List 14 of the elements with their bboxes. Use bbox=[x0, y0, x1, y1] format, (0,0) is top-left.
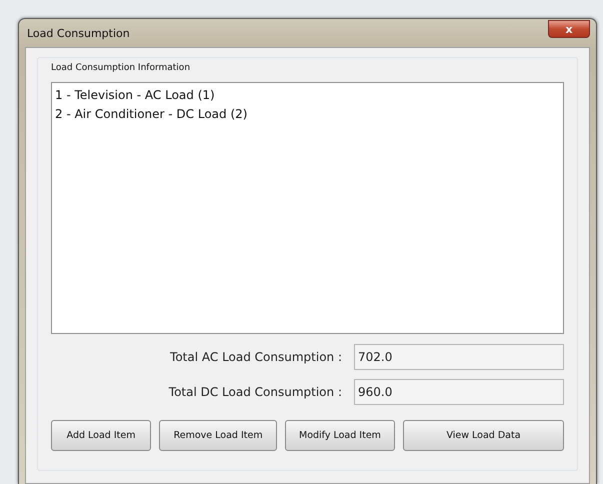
action-button[interactable]: Modify Load Item bbox=[284, 420, 395, 451]
action-button[interactable]: View Load Data bbox=[402, 420, 564, 451]
action-button[interactable]: Remove Load Item bbox=[159, 420, 277, 451]
group-title: Load Consumption Information bbox=[51, 62, 192, 75]
close-button[interactable]: x bbox=[548, 20, 590, 38]
load-list[interactable]: 1 - Television - AC Load (1) 2 - Air Conditioner - DC Load (2) bbox=[51, 82, 564, 334]
list-item[interactable]: 2 - Air Conditioner - DC Load (2) bbox=[54, 105, 248, 124]
action-button[interactable]: Add Load Item bbox=[51, 420, 152, 451]
total-field[interactable]: 960.0 bbox=[354, 379, 564, 405]
field-label: Total DC Load Consumption : bbox=[168, 385, 342, 399]
window-title: Load Consumption bbox=[27, 26, 130, 40]
list-item[interactable]: 1 - Television - AC Load (1) bbox=[54, 86, 216, 105]
field-label: Total AC Load Consumption : bbox=[170, 350, 342, 364]
total-field[interactable]: 702.0 bbox=[354, 344, 564, 370]
